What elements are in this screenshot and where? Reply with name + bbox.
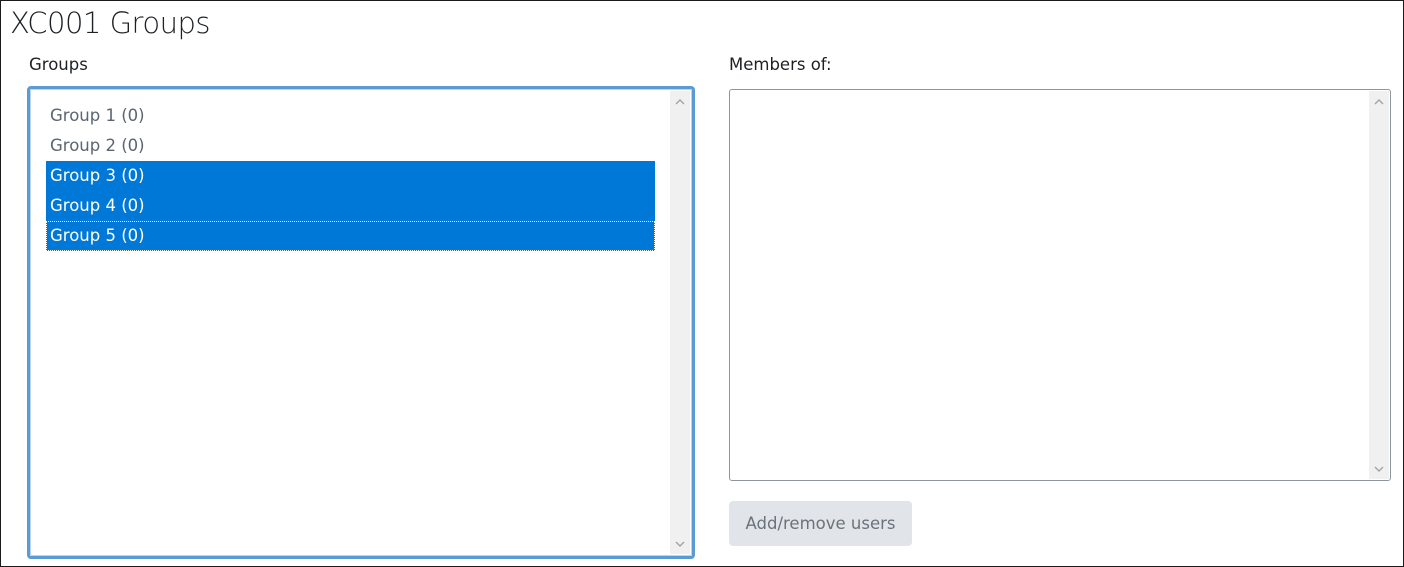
group-option-3[interactable]: Group 3 (0) [46,161,655,191]
groups-listbox-inner: Group 1 (0) Group 2 (0) Group 3 (0) Grou… [30,89,692,556]
group-option-1[interactable]: Group 1 (0) [46,101,655,131]
groups-listbox[interactable]: Group 1 (0) Group 2 (0) Group 3 (0) Grou… [27,86,695,559]
groups-scrollbar[interactable] [670,91,690,554]
group-option-4[interactable]: Group 4 (0) [46,191,655,221]
group-option-2[interactable]: Group 2 (0) [46,131,655,161]
members-label: Members of: [729,55,832,74]
chevron-down-icon[interactable] [670,534,690,554]
add-remove-users-button[interactable]: Add/remove users [729,501,912,546]
chevron-down-icon[interactable] [1369,459,1389,479]
groups-label: Groups [29,55,88,74]
members-scrollbar[interactable] [1369,91,1389,479]
group-option-5[interactable]: Group 5 (0) [46,221,655,251]
group-list: Group 1 (0) Group 2 (0) Group 3 (0) Grou… [46,101,655,251]
page-frame: XC001 Groups Groups Members of: Group 1 … [0,0,1404,567]
page-title: XC001 Groups [10,6,210,40]
members-listbox[interactable] [729,89,1391,481]
chevron-up-icon[interactable] [670,91,690,111]
chevron-up-icon[interactable] [1369,91,1389,111]
